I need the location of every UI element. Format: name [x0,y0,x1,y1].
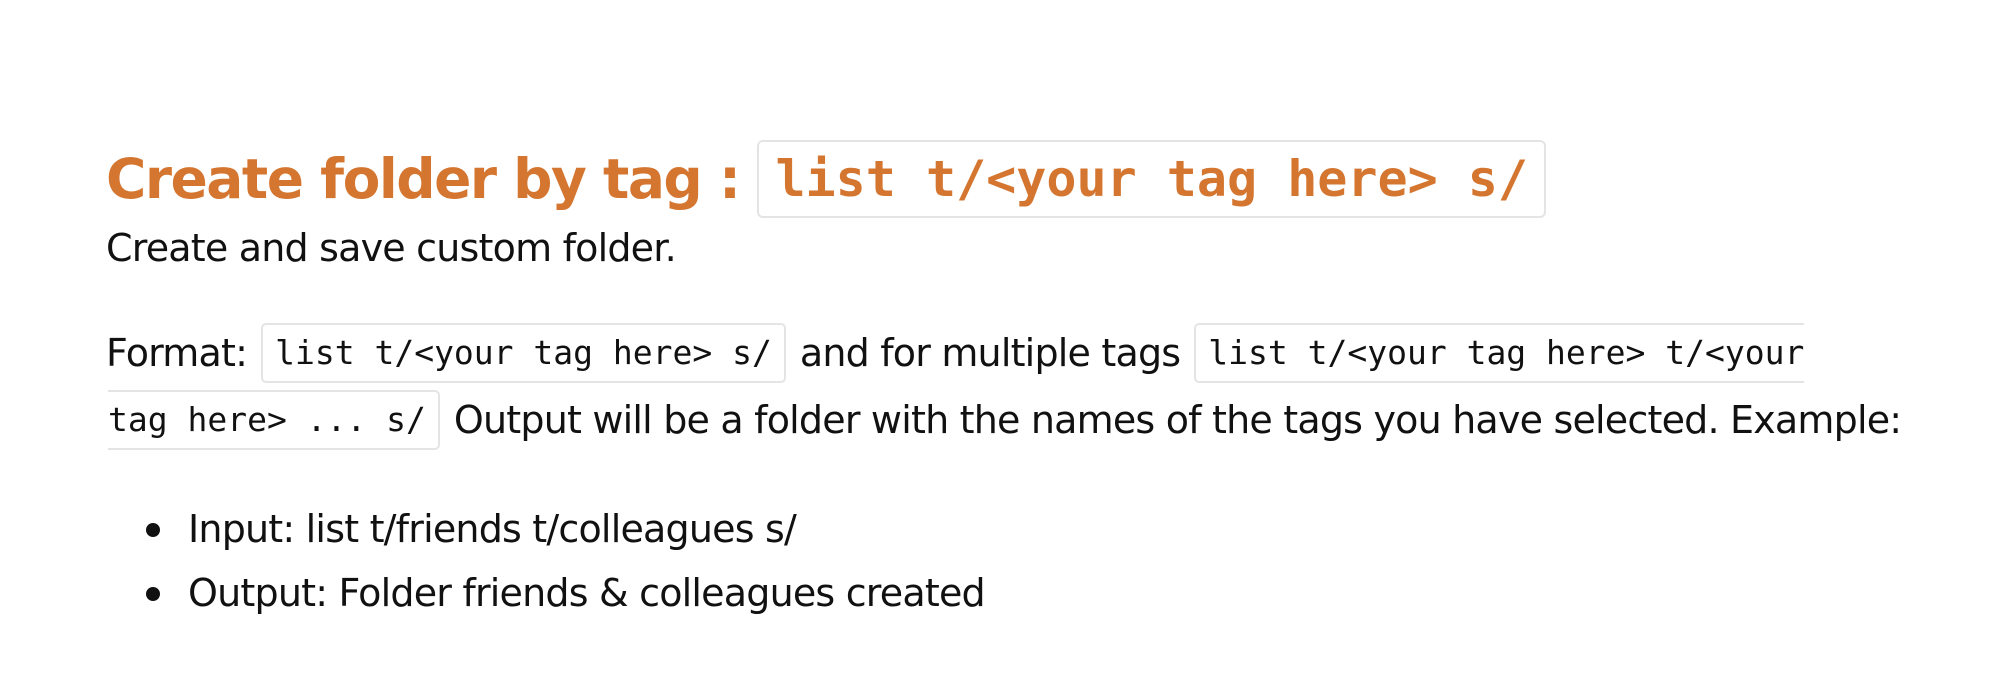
bullet-icon [146,587,160,601]
format-mid-text: and for multiple tags [799,331,1181,375]
description-text: Create and save custom folder. [106,226,677,270]
document-page: Create folder by tag : list t/<your tag … [0,0,2012,696]
list-item-output-example: Output: Folder friends & colleagues crea… [0,561,986,625]
list-item-text: Input: list t/friends t/colleagues s/ [188,507,797,551]
format-single-tag-command: list t/<your tag here> s/ [261,323,786,383]
list-item-text: Output: Folder friends & colleagues crea… [188,571,986,615]
section-heading: Create folder by tag : list t/<your tag … [106,139,1547,218]
format-label: Format: [106,331,248,375]
bullet-icon [146,523,160,537]
format-line-2: tag here> ... s/ Output will be a folder… [108,390,1902,450]
format-line-1: Format: list t/<your tag here> s/ and fo… [106,323,1805,383]
format-multi-tag-command-part2: tag here> ... s/ [108,390,440,450]
format-multi-tag-command-part1: list t/<your tag here> t/<your [1194,323,1805,383]
list-item-input-example: Input: list t/friends t/colleagues s/ [0,497,985,561]
example-list: Input: list t/friends t/colleagues s/ Ou… [0,497,986,625]
section-heading-text: Create folder by tag : [106,146,741,211]
format-trailing-text: Output will be a folder with the names o… [453,398,1902,442]
section-heading-command: list t/<your tag here> s/ [757,139,1547,218]
